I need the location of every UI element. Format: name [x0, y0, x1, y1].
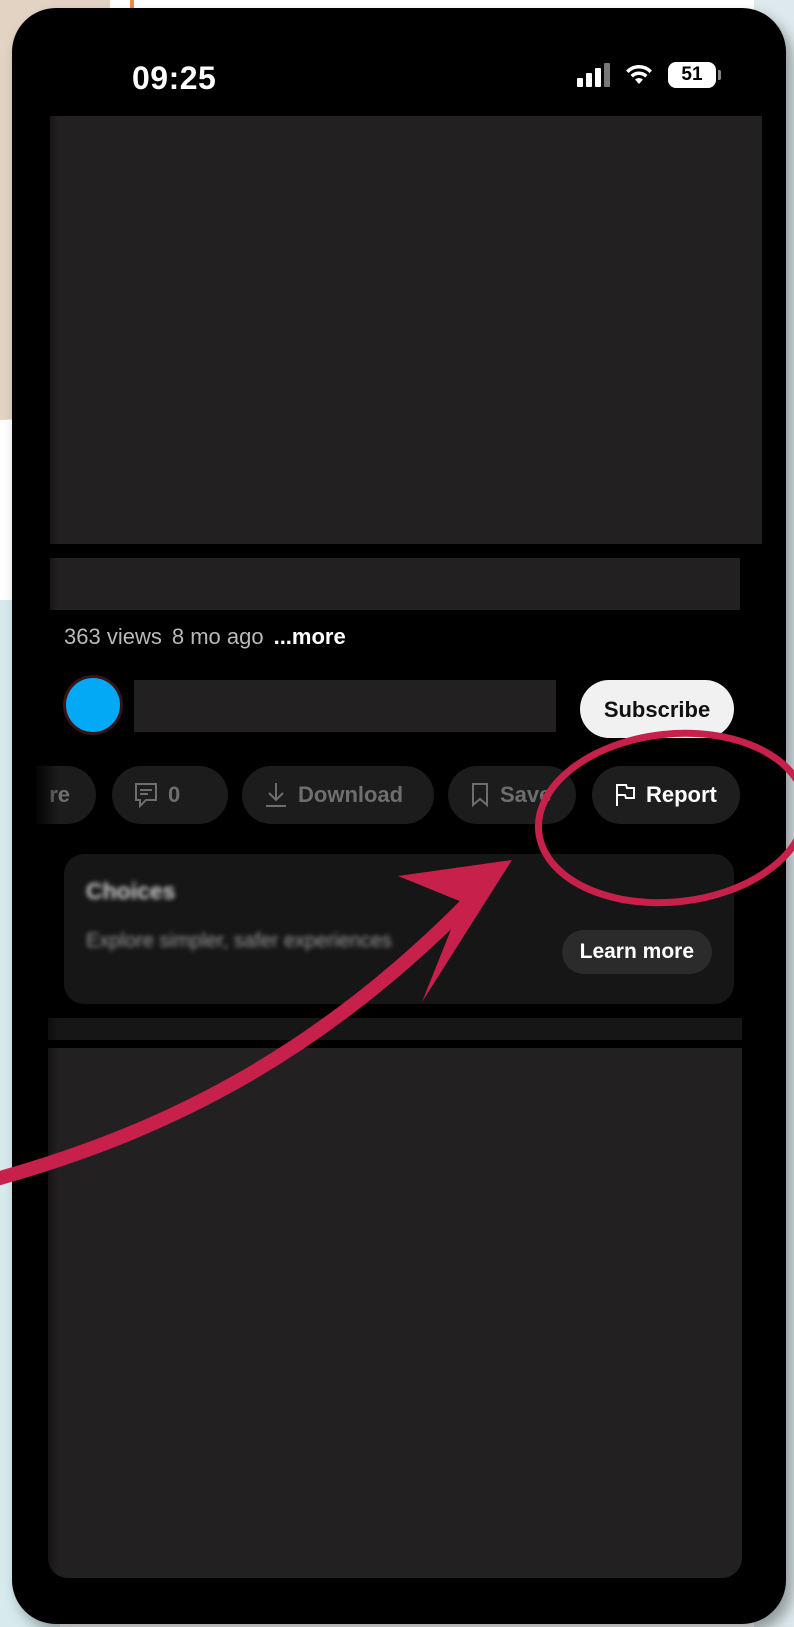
report-chip[interactable]: Report — [592, 766, 740, 824]
upload-age: 8 mo ago — [171, 624, 264, 649]
phone-screen: 09:25 51 363 views 8 mo ago ...more Subscr… — [36, 30, 776, 1608]
wifi-icon — [624, 64, 654, 86]
save-label: Save — [500, 782, 552, 807]
video-title-redacted — [50, 558, 740, 610]
subscribe-button[interactable]: Subscribe — [580, 680, 734, 738]
section-divider — [48, 1018, 742, 1040]
view-count: 363 views — [64, 624, 162, 649]
download-label: Download — [298, 782, 404, 807]
video-meta[interactable]: 363 views 8 mo ago ...more — [64, 624, 346, 650]
save-chip[interactable]: Save — [448, 766, 576, 824]
bookmark-icon — [470, 782, 490, 808]
status-time: 09:25 — [132, 60, 217, 96]
channel-name-redacted[interactable] — [134, 680, 556, 732]
screen-edge-shadow — [36, 30, 58, 1608]
battery-icon: 51 — [668, 62, 721, 88]
download-icon — [264, 781, 288, 809]
report-label: Report — [646, 782, 717, 807]
flag-icon — [614, 782, 636, 808]
comments-count: 0 — [168, 782, 181, 807]
choices-description: Explore simpler, safer experiences — [86, 930, 392, 952]
learn-more-button[interactable]: Learn more — [561, 930, 712, 974]
choices-card: Choices Explore simpler, safer experienc… — [64, 854, 734, 1004]
status-icons: 51 — [577, 62, 721, 88]
video-player[interactable] — [50, 116, 762, 544]
phone-frame: 09:25 51 363 views 8 mo ago ...more Subscr… — [12, 8, 786, 1624]
comments-chip[interactable]: 0 — [112, 766, 228, 824]
cellular-signal-icon — [577, 63, 610, 87]
more-link[interactable]: ...more — [274, 624, 346, 649]
choices-title: Choices — [86, 878, 176, 904]
comment-icon — [134, 782, 158, 808]
download-chip[interactable]: Download — [242, 766, 434, 824]
channel-avatar[interactable] — [66, 678, 120, 732]
related-content-redacted — [48, 1048, 742, 1578]
